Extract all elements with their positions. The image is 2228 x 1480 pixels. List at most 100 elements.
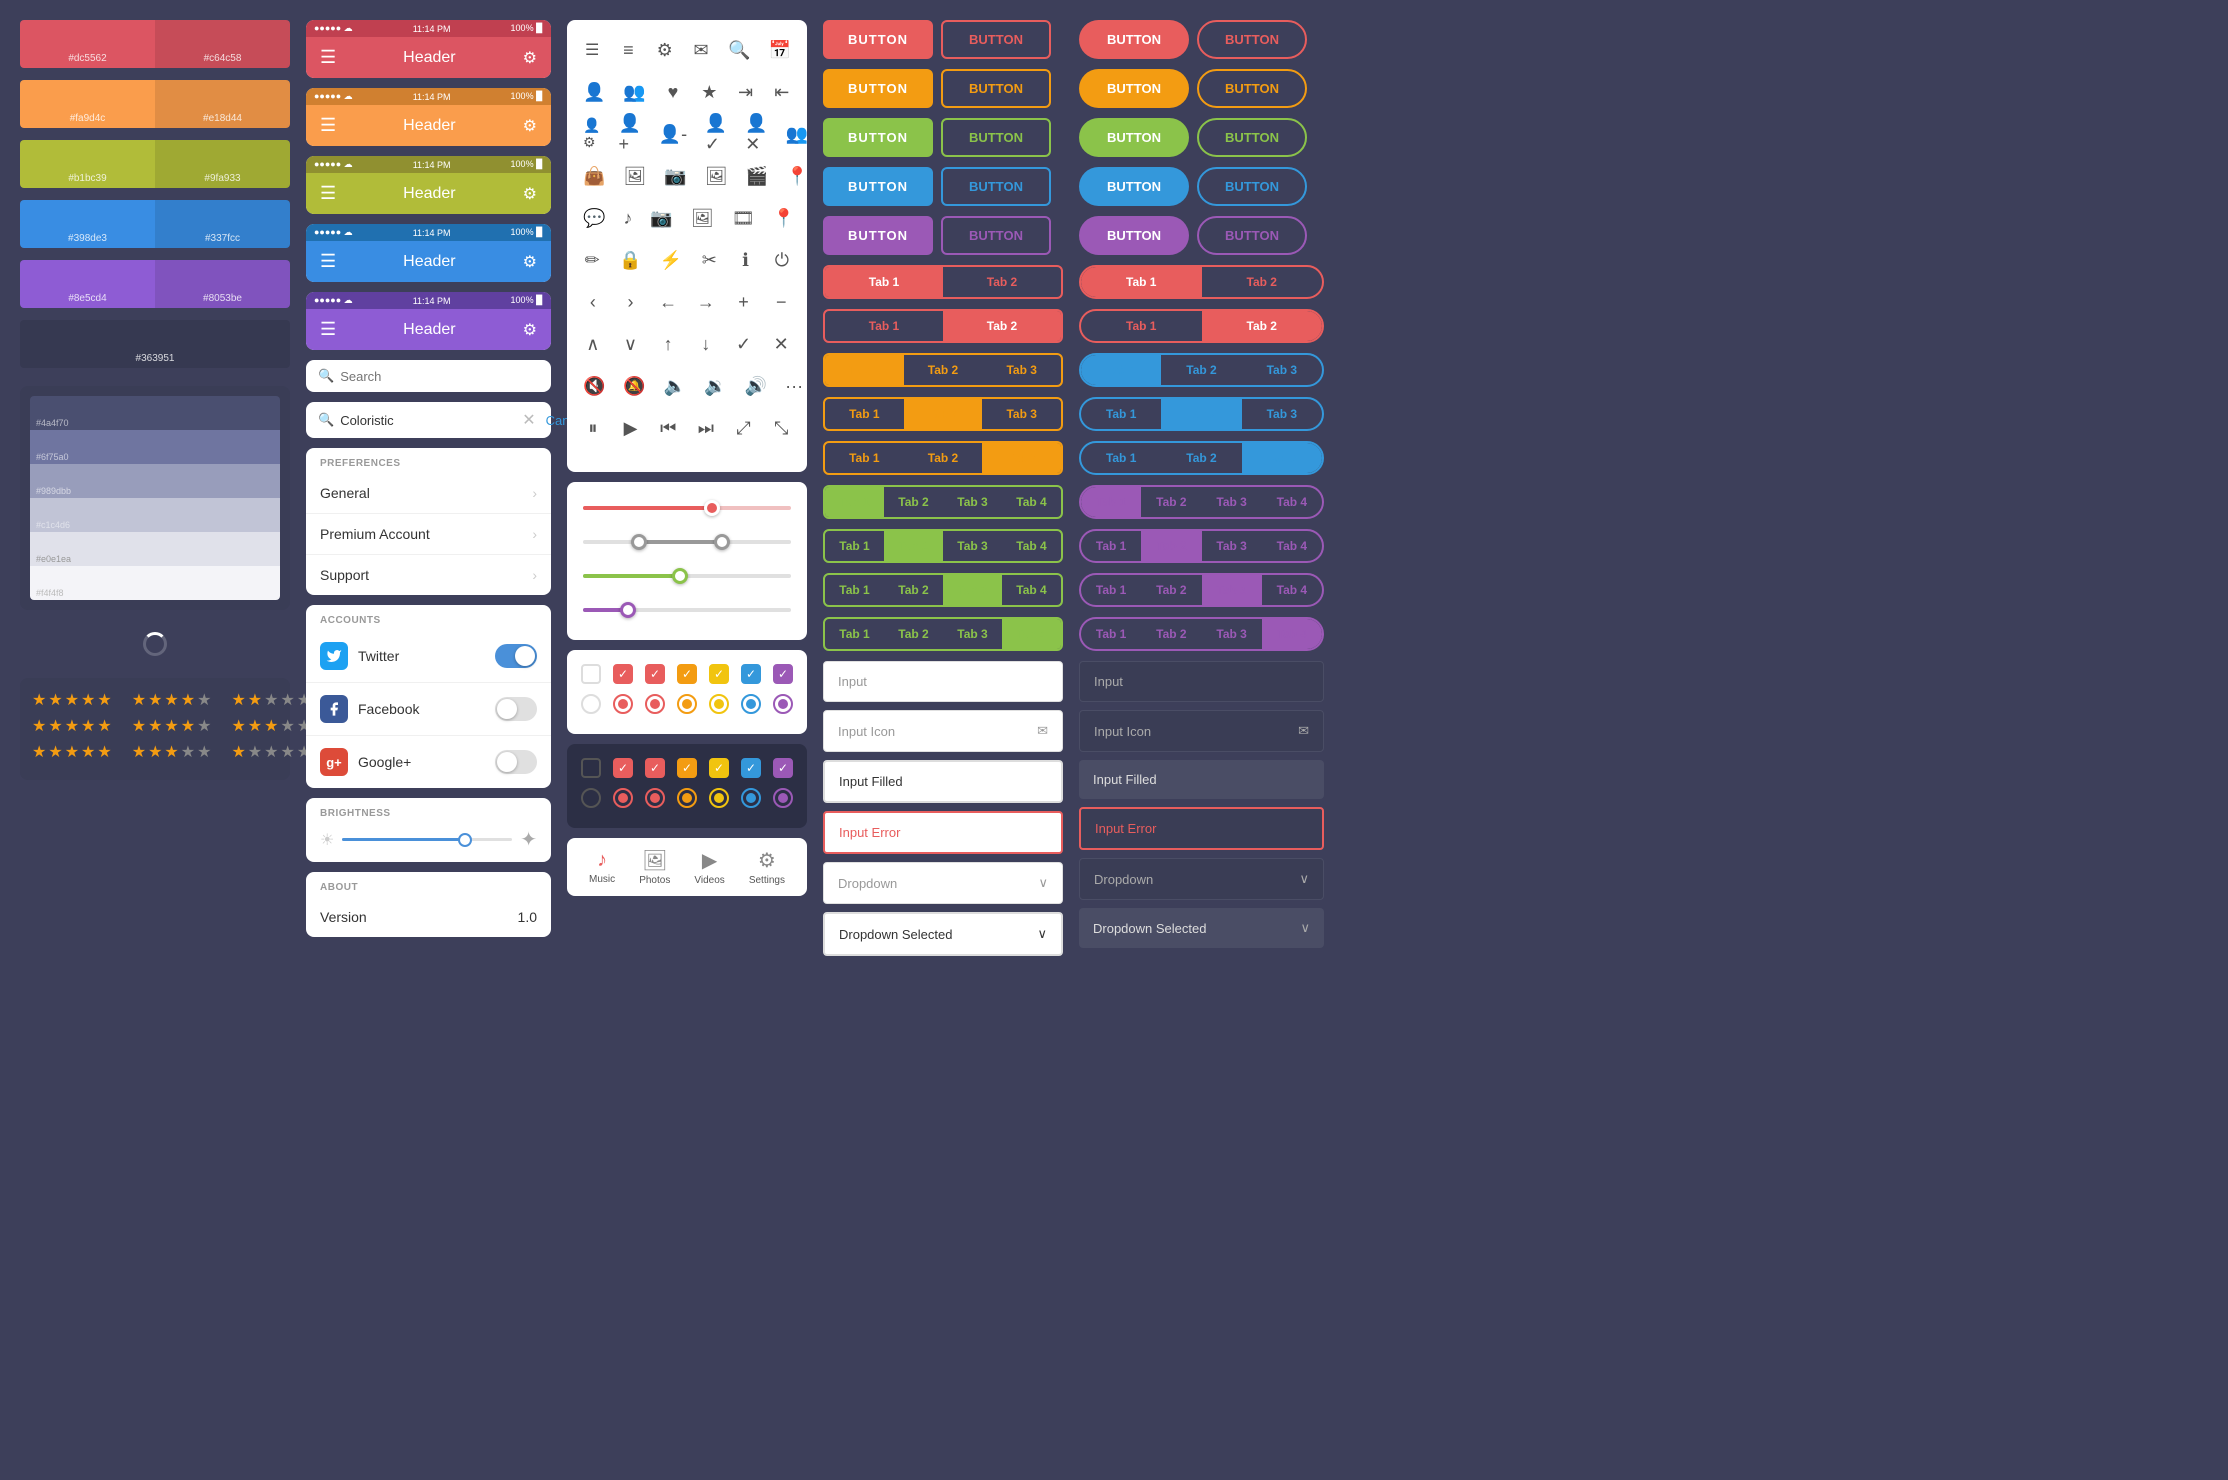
tab-rd-3-blue-3[interactable]: Tab 3 <box>1242 443 1322 473</box>
checkbox-empty[interactable] <box>581 664 601 684</box>
radio-red2[interactable] <box>645 694 665 714</box>
slider-red[interactable] <box>583 498 791 518</box>
tab-rd-2-purple-3[interactable]: Tab 2 <box>1141 575 1201 605</box>
input-error-white[interactable]: Input Error <box>823 811 1063 854</box>
slider-thumb-green[interactable] <box>672 568 688 584</box>
checkbox-dark-red[interactable]: ✓ <box>613 758 633 778</box>
btn-red-filled[interactable]: BUTTON <box>823 20 933 59</box>
tab-rd-1-purple-2[interactable]: Tab 1 <box>1081 531 1141 561</box>
btn-blue-outline[interactable]: BUTTON <box>941 167 1051 206</box>
facebook-toggle[interactable] <box>495 697 537 721</box>
tab-4-green[interactable]: Tab 4 <box>1002 487 1061 517</box>
checkbox-red[interactable]: ✓ <box>613 664 633 684</box>
tab-4-green-4[interactable]: Tab 4 <box>1002 619 1061 649</box>
btn-rd-blue-filled[interactable]: BUTTON <box>1079 167 1189 206</box>
btn-rd-orange-filled[interactable]: BUTTON <box>1079 69 1189 108</box>
tab-2-green-3[interactable]: Tab 2 <box>884 575 943 605</box>
radio-dark-red2[interactable] <box>645 788 665 808</box>
tab-4-green-2[interactable]: Tab 4 <box>1002 531 1061 561</box>
hamburger-icon[interactable]: ☰ <box>320 47 336 68</box>
tab-3-green-4[interactable]: Tab 3 <box>943 619 1002 649</box>
checkbox-blue[interactable]: ✓ <box>741 664 761 684</box>
hamburger-icon[interactable]: ☰ <box>320 319 336 340</box>
radio-empty[interactable] <box>581 694 601 714</box>
checkbox-dark-empty[interactable] <box>581 758 601 778</box>
settings-item-facebook[interactable]: Facebook <box>306 683 551 736</box>
btn-green-outline[interactable]: BUTTON <box>941 118 1051 157</box>
input-dark-filled[interactable]: Input Filled <box>1079 760 1324 799</box>
tab-rd-4-purple-4[interactable]: Tab 4 <box>1262 619 1322 649</box>
tab-rd-3-purple-3[interactable]: Tab 3 <box>1202 575 1262 605</box>
tab-rd-3-purple-4[interactable]: Tab 3 <box>1202 619 1262 649</box>
input-dark-error[interactable]: Input Error <box>1079 807 1324 850</box>
slider-gray[interactable] <box>583 532 791 552</box>
tab-1-red[interactable]: Tab 1 <box>825 267 943 297</box>
tab-rd-2-red[interactable]: Tab 2 <box>1202 267 1323 297</box>
tab-2-green-2[interactable]: Tab 2 <box>884 531 943 561</box>
tab-music[interactable]: ♪ Music <box>589 849 615 885</box>
twitter-toggle[interactable] <box>495 644 537 668</box>
clear-icon[interactable]: ✕ <box>522 410 535 430</box>
settings-item-google[interactable]: g+ Google+ <box>306 736 551 788</box>
btn-purple-filled[interactable]: BUTTON <box>823 216 933 255</box>
btn-green-filled[interactable]: BUTTON <box>823 118 933 157</box>
checkbox-dark-purple[interactable]: ✓ <box>773 758 793 778</box>
tab-1-orange-2[interactable]: Tab 1 <box>825 399 904 429</box>
btn-rd-green-outline[interactable]: BUTTON <box>1197 118 1307 157</box>
tab-rd-1-purple-3[interactable]: Tab 1 <box>1081 575 1141 605</box>
tab-rd-1-blue-2[interactable]: Tab 1 <box>1081 399 1161 429</box>
tab-rd-3-purple[interactable]: Tab 3 <box>1202 487 1262 517</box>
tab-3-orange-3[interactable]: Tab 3 <box>982 443 1061 473</box>
radio-orange[interactable] <box>677 694 697 714</box>
radio-dark-orange[interactable] <box>677 788 697 808</box>
tab-rd-3-blue-2[interactable]: Tab 3 <box>1242 399 1322 429</box>
btn-orange-outline[interactable]: BUTTON <box>941 69 1051 108</box>
tab-videos[interactable]: ▶ Videos <box>694 848 724 886</box>
btn-red-outline[interactable]: BUTTON <box>941 20 1051 59</box>
input-dark-icon[interactable]: Input Icon ✉ <box>1079 710 1324 752</box>
input-plain[interactable]: Input <box>823 661 1063 702</box>
tab-1-orange-3[interactable]: Tab 1 <box>825 443 904 473</box>
radio-dark-yellow[interactable] <box>709 788 729 808</box>
search-input[interactable] <box>340 369 539 384</box>
gear-icon[interactable]: ⚙ <box>523 252 537 272</box>
dropdown-white[interactable]: Dropdown ∨ <box>823 862 1063 904</box>
tab-3-green-3[interactable]: Tab 3 <box>943 575 1002 605</box>
checkbox-dark-blue[interactable]: ✓ <box>741 758 761 778</box>
hamburger-icon[interactable]: ☰ <box>320 251 336 272</box>
tab-1-green-3[interactable]: Tab 1 <box>825 575 884 605</box>
checkbox-purple[interactable]: ✓ <box>773 664 793 684</box>
gear-icon[interactable]: ⚙ <box>523 320 537 340</box>
dropdown-dark[interactable]: Dropdown ∨ <box>1079 858 1324 900</box>
tab-rd-4-purple[interactable]: Tab 4 <box>1262 487 1322 517</box>
tab-2-orange[interactable]: Tab 2 <box>904 355 983 385</box>
brightness-thumb[interactable] <box>458 833 472 847</box>
search-box-active[interactable]: 🔍 ✕ Cancel <box>306 402 551 438</box>
checkbox-dark-red2[interactable]: ✓ <box>645 758 665 778</box>
tab-1-orange[interactable]: Tab 1 <box>825 355 904 385</box>
radio-red[interactable] <box>613 694 633 714</box>
slider-thumb-gray-right[interactable] <box>714 534 730 550</box>
settings-item-premium[interactable]: Premium Account › <box>306 514 551 555</box>
tab-3-green-2[interactable]: Tab 3 <box>943 531 1002 561</box>
checkbox-dark-yellow[interactable]: ✓ <box>709 758 729 778</box>
input-icon[interactable]: Input Icon ✉ <box>823 710 1063 752</box>
tab-rd-1-purple[interactable]: Tab 1 <box>1081 487 1141 517</box>
gear-icon[interactable]: ⚙ <box>523 116 537 136</box>
search-box-inactive[interactable]: 🔍 <box>306 360 551 392</box>
btn-rd-green-filled[interactable]: BUTTON <box>1079 118 1189 157</box>
settings-item-support[interactable]: Support › <box>306 555 551 595</box>
tab-2-orange-2[interactable]: Tab 2 <box>904 399 983 429</box>
checkbox-dark-orange[interactable]: ✓ <box>677 758 697 778</box>
btn-rd-blue-outline[interactable]: BUTTON <box>1197 167 1307 206</box>
tab-3-green[interactable]: Tab 3 <box>943 487 1002 517</box>
tab-rd-1-red-2[interactable]: Tab 1 <box>1081 311 1202 341</box>
tab-1-green-4[interactable]: Tab 1 <box>825 619 884 649</box>
checkbox-yellow[interactable]: ✓ <box>709 664 729 684</box>
tab-rd-2-blue-2[interactable]: Tab 2 <box>1161 399 1241 429</box>
slider-thumb-gray-left[interactable] <box>631 534 647 550</box>
btn-rd-red-outline[interactable]: BUTTON <box>1197 20 1307 59</box>
btn-rd-purple-outline[interactable]: BUTTON <box>1197 216 1307 255</box>
tab-rd-2-purple-2[interactable]: Tab 2 <box>1141 531 1201 561</box>
radio-dark-red[interactable] <box>613 788 633 808</box>
